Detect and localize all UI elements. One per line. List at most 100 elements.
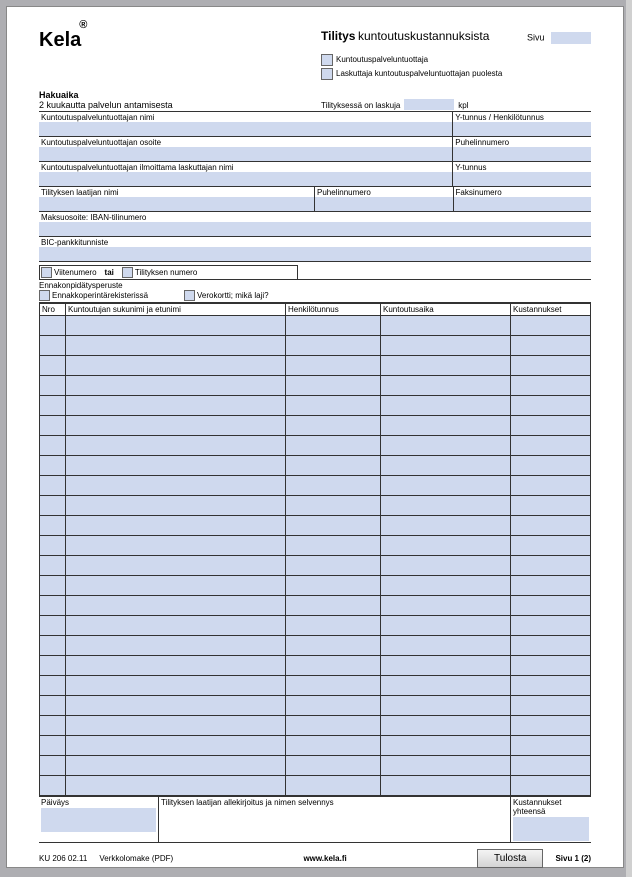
table-cell[interactable]	[66, 615, 286, 635]
table-cell[interactable]	[511, 315, 591, 335]
biller-checkbox[interactable]	[321, 68, 333, 80]
table-cell[interactable]	[381, 475, 511, 495]
table-cell[interactable]	[286, 475, 381, 495]
table-cell[interactable]	[66, 375, 286, 395]
table-cell[interactable]	[66, 595, 286, 615]
table-cell[interactable]	[511, 415, 591, 435]
table-cell[interactable]	[66, 475, 286, 495]
table-cell[interactable]	[381, 515, 511, 535]
table-cell[interactable]	[511, 535, 591, 555]
table-cell[interactable]	[66, 755, 286, 775]
vertical-scrollbar[interactable]	[626, 0, 632, 877]
table-cell[interactable]	[40, 575, 66, 595]
table-cell[interactable]	[286, 535, 381, 555]
table-cell[interactable]	[66, 435, 286, 455]
table-cell[interactable]	[286, 595, 381, 615]
reference-number-checkbox[interactable]	[41, 267, 52, 278]
table-cell[interactable]	[40, 475, 66, 495]
table-cell[interactable]	[40, 535, 66, 555]
table-cell[interactable]	[286, 635, 381, 655]
table-cell[interactable]	[40, 595, 66, 615]
table-cell[interactable]	[286, 755, 381, 775]
provider-name-input[interactable]	[39, 122, 452, 136]
table-cell[interactable]	[286, 395, 381, 415]
table-cell[interactable]	[286, 355, 381, 375]
table-cell[interactable]	[66, 315, 286, 335]
tax-card-checkbox[interactable]	[184, 290, 195, 301]
table-cell[interactable]	[286, 415, 381, 435]
table-cell[interactable]	[40, 435, 66, 455]
provider-id-input[interactable]	[453, 122, 591, 136]
signature-area[interactable]	[161, 808, 508, 832]
preparer-phone-input[interactable]	[315, 197, 453, 211]
table-cell[interactable]	[286, 615, 381, 635]
table-cell[interactable]	[511, 515, 591, 535]
table-cell[interactable]	[40, 695, 66, 715]
table-cell[interactable]	[381, 335, 511, 355]
table-cell[interactable]	[286, 375, 381, 395]
table-cell[interactable]	[66, 735, 286, 755]
table-cell[interactable]	[381, 395, 511, 415]
table-cell[interactable]	[66, 675, 286, 695]
table-cell[interactable]	[511, 435, 591, 455]
table-cell[interactable]	[511, 375, 591, 395]
table-cell[interactable]	[511, 615, 591, 635]
table-cell[interactable]	[66, 415, 286, 435]
table-cell[interactable]	[381, 755, 511, 775]
table-cell[interactable]	[286, 715, 381, 735]
table-cell[interactable]	[40, 715, 66, 735]
table-cell[interactable]	[40, 375, 66, 395]
provider-phone-input[interactable]	[453, 147, 591, 161]
table-cell[interactable]	[40, 735, 66, 755]
table-cell[interactable]	[286, 455, 381, 475]
table-cell[interactable]	[511, 635, 591, 655]
table-cell[interactable]	[66, 535, 286, 555]
table-cell[interactable]	[511, 395, 591, 415]
page-number-input[interactable]	[551, 32, 591, 44]
table-cell[interactable]	[511, 355, 591, 375]
biller-name-input[interactable]	[39, 172, 452, 186]
table-cell[interactable]	[511, 495, 591, 515]
table-cell[interactable]	[40, 355, 66, 375]
table-cell[interactable]	[381, 675, 511, 695]
table-cell[interactable]	[381, 715, 511, 735]
table-cell[interactable]	[381, 555, 511, 575]
table-cell[interactable]	[381, 315, 511, 335]
preparer-fax-input[interactable]	[454, 197, 592, 211]
table-cell[interactable]	[66, 555, 286, 575]
table-cell[interactable]	[66, 515, 286, 535]
table-cell[interactable]	[40, 315, 66, 335]
table-cell[interactable]	[511, 715, 591, 735]
table-cell[interactable]	[286, 495, 381, 515]
table-cell[interactable]	[381, 575, 511, 595]
total-input[interactable]	[513, 817, 589, 841]
table-cell[interactable]	[66, 635, 286, 655]
table-cell[interactable]	[511, 775, 591, 795]
settlement-number-checkbox[interactable]	[122, 267, 133, 278]
table-cell[interactable]	[381, 355, 511, 375]
table-cell[interactable]	[381, 615, 511, 635]
table-cell[interactable]	[286, 435, 381, 455]
table-cell[interactable]	[381, 535, 511, 555]
table-cell[interactable]	[40, 555, 66, 575]
table-cell[interactable]	[511, 475, 591, 495]
table-cell[interactable]	[66, 335, 286, 355]
table-cell[interactable]	[511, 675, 591, 695]
table-cell[interactable]	[381, 435, 511, 455]
table-cell[interactable]	[40, 755, 66, 775]
table-cell[interactable]	[40, 775, 66, 795]
table-cell[interactable]	[40, 675, 66, 695]
table-cell[interactable]	[381, 695, 511, 715]
table-cell[interactable]	[40, 615, 66, 635]
table-cell[interactable]	[40, 655, 66, 675]
table-cell[interactable]	[286, 675, 381, 695]
table-cell[interactable]	[381, 415, 511, 435]
table-cell[interactable]	[381, 775, 511, 795]
table-cell[interactable]	[40, 635, 66, 655]
producer-checkbox[interactable]	[321, 54, 333, 66]
table-cell[interactable]	[40, 335, 66, 355]
table-cell[interactable]	[66, 395, 286, 415]
prepayment-register-checkbox[interactable]	[39, 290, 50, 301]
table-cell[interactable]	[381, 595, 511, 615]
table-cell[interactable]	[381, 455, 511, 475]
